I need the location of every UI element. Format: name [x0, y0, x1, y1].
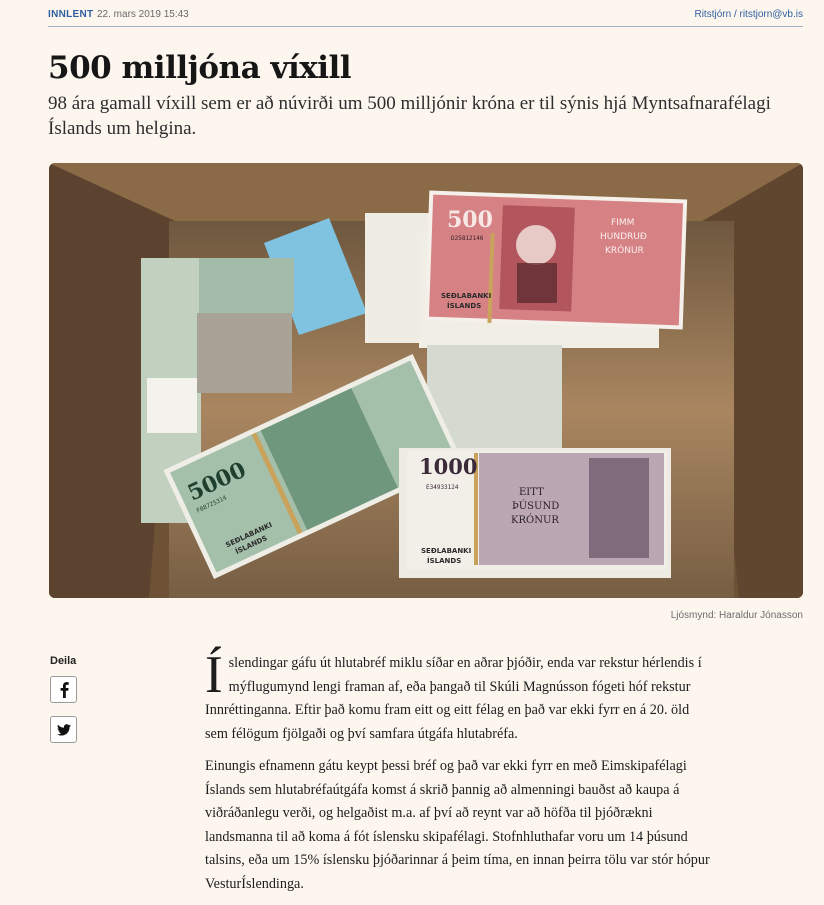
note500-bank-line2: ÍSLANDS — [447, 301, 481, 310]
note1000-bank-line2: ÍSLANDS — [427, 556, 461, 565]
paragraph-1-text: slendingar gáfu út hlutabréf miklu síðar… — [205, 655, 702, 742]
note500-words-line2: HUNDRUÐ — [600, 232, 647, 242]
note500-serial: D25812146 — [451, 235, 484, 242]
drop-cap: Í — [205, 646, 223, 704]
photo-caption: Ljósmynd: Haraldur Jónasson — [670, 610, 803, 621]
note500-words-line3: KRÓNUR — [605, 244, 644, 256]
article-headline: 500 milljóna víxill — [48, 50, 352, 86]
note1000-words-line2: ÞÚSUND — [512, 500, 559, 512]
share-label: Deila — [50, 655, 77, 667]
note500-bank-line1: SEÐLABANKI — [441, 292, 491, 300]
body-paragraph-1: Íslendingar gáfu út hlutabréf miklu síða… — [205, 646, 715, 746]
note1000-serial: E34933124 — [426, 484, 459, 491]
facebook-share-button[interactable] — [50, 676, 77, 703]
banknotes-in-box-image: 500 FIMM HUNDRUÐ KRÓNUR D25812146 SEÐLAB… — [49, 163, 803, 598]
body-paragraph-2: Einungis efnamenn gátu keypt þessi bréf … — [205, 758, 710, 892]
article-body: Íslendingar gáfu út hlutabréf miklu síða… — [205, 646, 715, 905]
twitter-icon — [56, 723, 71, 736]
banknote-bundle-500: 500 FIMM HUNDRUÐ KRÓNUR D25812146 SEÐLAB… — [365, 190, 688, 348]
facebook-icon — [60, 681, 69, 698]
note1000-words-line1: EITT — [519, 487, 544, 498]
category-link[interactable]: INNLENT — [48, 9, 93, 20]
banknote-bundle-1000: 1000 E34933124 EITT ÞÚSUND KRÓNUR SEÐLAB… — [399, 448, 671, 578]
author-link[interactable]: Ritstjórn / ritstjorn@vb.is — [694, 9, 803, 20]
article-lede: 98 ára gamall víxill sem er að núvirði u… — [48, 93, 771, 139]
note500-value-text: 500 — [447, 207, 493, 233]
banknote-bundle-green — [197, 258, 294, 393]
article-photo: 500 FIMM HUNDRUÐ KRÓNUR D25812146 SEÐLAB… — [49, 163, 803, 598]
note1000-bank-line1: SEÐLABANKI — [421, 547, 471, 555]
note1000-value-text: 1000 — [419, 454, 477, 479]
note1000-words-line3: KRÓNUR — [511, 514, 559, 526]
share-panel: Deila — [50, 655, 80, 756]
article-meta-bar: INNLENT 22. mars 2019 15:43 Ritstjórn / … — [48, 0, 803, 27]
note500-words-line1: FIMM — [611, 218, 634, 228]
publish-date: 22. mars 2019 15:43 — [97, 9, 189, 20]
twitter-share-button[interactable] — [50, 716, 77, 743]
